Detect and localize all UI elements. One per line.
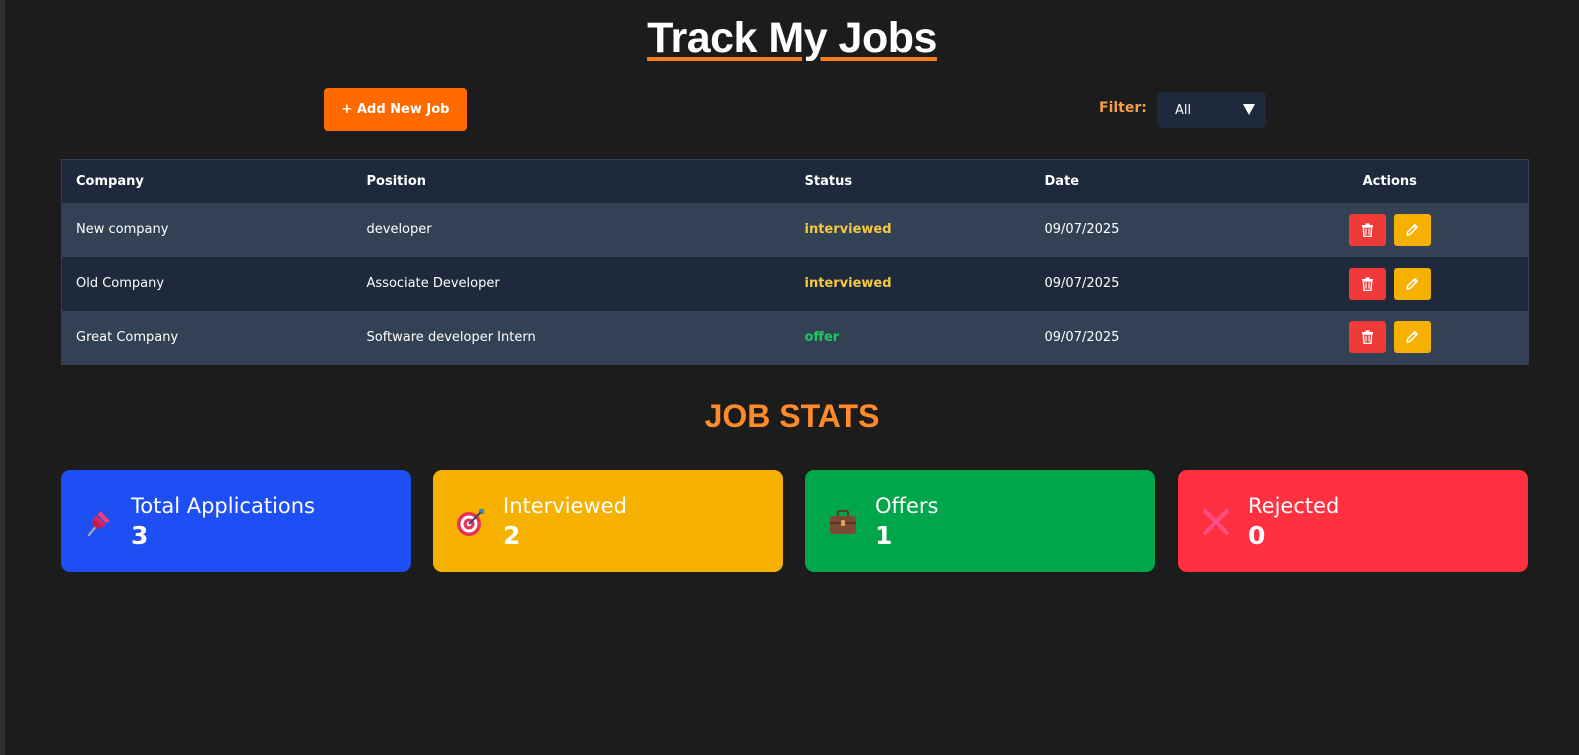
jobs-table: Company Position Status Date Actions New…: [61, 159, 1529, 365]
target-icon: [455, 506, 487, 538]
stat-label: Total Applications: [131, 494, 315, 518]
stat-value: 3: [131, 521, 149, 550]
cell-actions: [1251, 310, 1529, 365]
table-body: New company developer interviewed 09/07/202…: [61, 202, 1529, 365]
filter-select[interactable]: All: [1157, 92, 1266, 128]
delete-button[interactable]: [1348, 321, 1386, 354]
column-header-actions: Actions: [1251, 159, 1529, 203]
cell-status: interviewed: [790, 256, 1031, 311]
page: Track My Jobs + Add New Job Filter: All …: [5, 0, 1579, 755]
table-row: Old Company Associate Developer interviewe…: [61, 256, 1529, 311]
trash-icon: [1361, 222, 1374, 237]
edit-button[interactable]: [1393, 321, 1431, 354]
stat-label: Interviewed: [503, 494, 627, 518]
table-row: New company developer interviewed 09/07/202…: [61, 202, 1529, 257]
stat-card-offers: Offers 1: [805, 470, 1155, 572]
edit-button[interactable]: [1393, 267, 1431, 300]
cell-actions: [1251, 202, 1529, 257]
table-row: Great Company Software developer Intern of…: [61, 310, 1529, 365]
delete-button[interactable]: [1348, 267, 1386, 300]
cell-date: 09/07/2025: [1030, 310, 1252, 365]
cell-actions: [1251, 256, 1529, 311]
edit-button[interactable]: [1393, 213, 1431, 246]
stats-title: JOB STATS: [704, 398, 880, 434]
stat-label: Offers: [875, 494, 939, 518]
stat-label: Rejected: [1248, 494, 1340, 518]
column-header-position: Position: [352, 159, 791, 203]
column-header-date: Date: [1030, 159, 1252, 203]
cell-position: Associate Developer: [352, 256, 791, 311]
table-header-row: Company Position Status Date Actions: [61, 159, 1529, 203]
cell-date: 09/07/2025: [1030, 256, 1252, 311]
trash-icon: [1361, 276, 1374, 291]
cell-company: New company: [61, 202, 353, 257]
column-header-status: Status: [790, 159, 1031, 203]
stat-card-rejected: Rejected 0: [1178, 470, 1528, 572]
column-header-company: Company: [61, 159, 353, 203]
stat-value: 1: [875, 521, 893, 550]
cell-status: offer: [790, 310, 1031, 365]
pencil-icon: [1405, 330, 1419, 344]
page-title: Track My Jobs: [647, 14, 937, 62]
pushpin-icon: [83, 506, 115, 538]
add-new-job-button[interactable]: + Add New Job: [324, 88, 467, 131]
cross-icon: [1200, 506, 1232, 538]
cell-company: Old Company: [61, 256, 353, 311]
delete-button[interactable]: [1348, 213, 1386, 246]
cell-company: Great Company: [61, 310, 353, 365]
cell-position: developer: [352, 202, 791, 257]
pencil-icon: [1405, 277, 1419, 291]
stat-card-interviewed: Interviewed 2: [433, 470, 783, 572]
cell-position: Software developer Intern: [352, 310, 791, 365]
cell-date: 09/07/2025: [1030, 202, 1252, 257]
stat-value: 0: [1248, 521, 1266, 550]
cell-status: interviewed: [790, 202, 1031, 257]
trash-icon: [1361, 330, 1374, 345]
filter-selected-value: All: [1175, 102, 1192, 118]
stat-card-total-applications: Total Applications 3: [61, 470, 411, 572]
chevron-down-icon: [1243, 104, 1255, 115]
briefcase-icon: [827, 506, 859, 538]
pencil-icon: [1405, 223, 1419, 237]
filter-label: Filter:: [1099, 100, 1147, 116]
stat-value: 2: [503, 521, 521, 550]
